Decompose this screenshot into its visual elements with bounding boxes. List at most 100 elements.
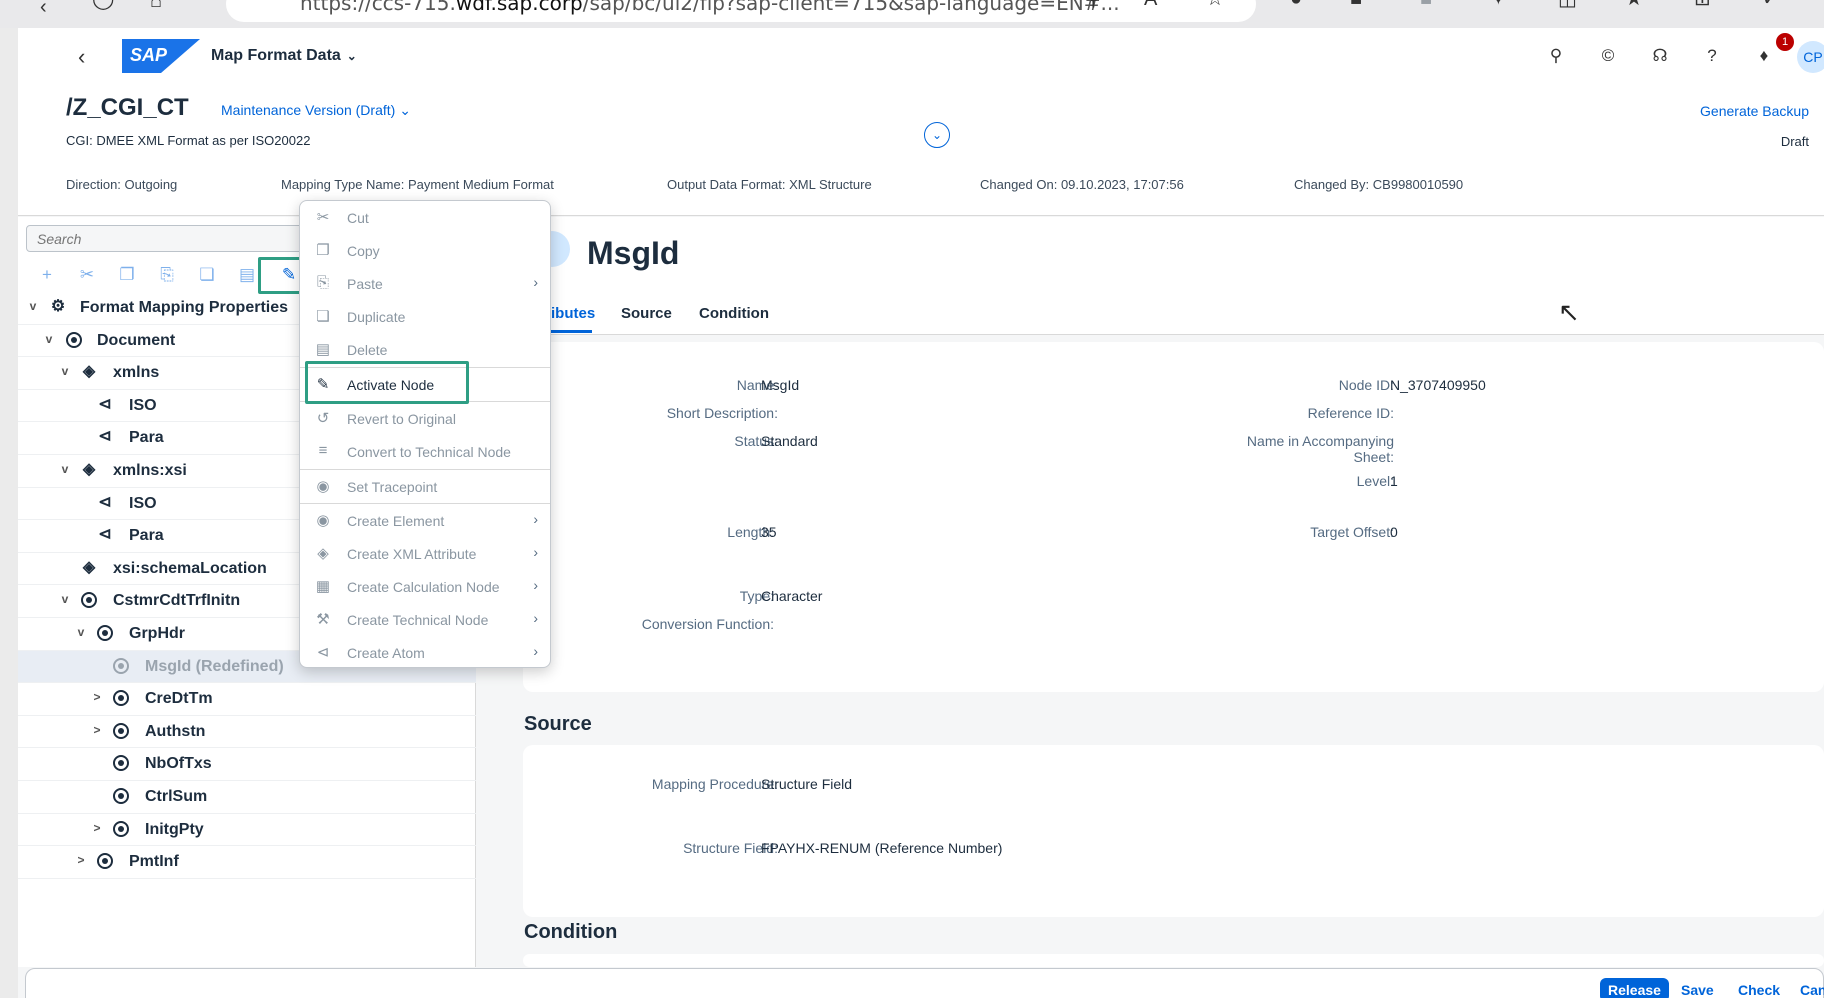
tag-icon: ◈ (82, 460, 96, 478)
header-attribute: Direction: Outgoing (66, 177, 178, 192)
favorite-star-icon[interactable]: ☆ (1206, 0, 1224, 9)
tree-node-label: NbOfTxs (145, 755, 212, 773)
chevron-right-icon[interactable]: > (90, 821, 104, 835)
release-button[interactable]: Release (1600, 978, 1669, 998)
menu-item-convert-technical[interactable]: ≡ Convert to Technical Node (300, 435, 550, 468)
field-label: Conversion Function: (641, 616, 774, 632)
generate-backup-link[interactable]: Generate Backup (1700, 103, 1809, 119)
search-icon[interactable]: ⚲ (1545, 46, 1567, 66)
tree-node-label: CtrlSum (145, 787, 208, 805)
mouse-cursor-icon: ↖ (1558, 297, 1580, 327)
chevron-down-icon[interactable]: v (74, 625, 88, 639)
menu-item-duplicate[interactable]: ❏ Duplicate (300, 300, 550, 333)
paste-icon[interactable]: ⎘ (154, 263, 180, 287)
chevron-down-icon[interactable]: v (42, 332, 56, 346)
atom-icon: ⊲ (98, 395, 112, 413)
tab-attributes[interactable]: ibutes (551, 305, 595, 322)
field-label: Node ID: (1338, 377, 1394, 393)
extension-icon[interactable]: ■ (1420, 0, 1432, 9)
field-label: Mapping Procedure: (651, 776, 778, 792)
menu-item-create-atom[interactable]: ⊲ Create Atom › (300, 636, 550, 669)
calculator-icon: ▦ (315, 578, 331, 595)
field-label: Sheet: (1353, 449, 1394, 465)
field-value: 0 (1390, 524, 1398, 540)
sap-logo[interactable]: SAP (122, 39, 200, 73)
menu-item-create-element[interactable]: ◉ Create Element › (300, 504, 550, 537)
tab-condition[interactable]: Condition (699, 305, 769, 322)
source-card: Mapping Procedure: Structure Field Struc… (523, 745, 1824, 917)
tree-node-label: ISO (129, 396, 157, 414)
joule-icon[interactable]: © (1597, 46, 1619, 66)
tree-row[interactable]: > Authstn (18, 716, 476, 749)
zoom-icon[interactable]: ⚲ (1086, 0, 1101, 9)
detail-header: MsgId ibutes Source Condition (477, 217, 1824, 335)
element-icon (65, 331, 83, 349)
copilot-icon[interactable]: ✓ (1762, 0, 1779, 9)
tree-row[interactable]: > PmtInf (18, 846, 476, 879)
user-avatar[interactable]: CP (1797, 41, 1824, 73)
version-selector[interactable]: Maintenance Version (Draft) ⌄ (221, 102, 411, 119)
menu-item-create-technical[interactable]: ⚒ Create Technical Node › (300, 603, 550, 636)
chevron-down-icon[interactable]: v (58, 364, 72, 378)
duplicate-icon[interactable]: ❏ (194, 263, 220, 287)
favorites-icon[interactable]: ★ (1625, 0, 1643, 9)
menu-item-tracepoint[interactable]: ◉ Set Tracepoint (300, 470, 550, 503)
chevron-right-icon: › (533, 577, 538, 593)
back-icon[interactable]: ‹ (78, 44, 85, 70)
chevron-down-icon[interactable]: v (58, 462, 72, 476)
address-url[interactable]: https://ccs-715.wdf.sap.corp/sap/bc/ui2/… (300, 0, 1120, 15)
chevron-right-icon[interactable]: > (90, 723, 104, 737)
field-value: Structure Field (761, 776, 853, 792)
home-icon[interactable]: ⌂ (150, 0, 162, 11)
chevron-right-icon[interactable]: > (90, 690, 104, 704)
element-icon (112, 754, 130, 772)
add-icon[interactable]: + (34, 263, 60, 287)
header-attribute: Changed On: 09.10.2023, 17:07:56 (980, 177, 1184, 192)
menu-item-revert[interactable]: ↺ Revert to Original (300, 402, 550, 435)
header-attribute: Changed By: CB9980010590 (1294, 177, 1464, 192)
extension-icon[interactable]: ■ (1350, 0, 1362, 9)
tree-row[interactable]: CtrlSum (18, 781, 476, 814)
chevron-right-icon[interactable]: > (74, 853, 88, 867)
menu-item-create-calculation[interactable]: ▦ Create Calculation Node › (300, 570, 550, 603)
menu-item-paste[interactable]: ⎘ Paste › (300, 267, 550, 300)
condition-card (523, 954, 1824, 967)
feedback-icon[interactable]: ☊ (1649, 46, 1671, 66)
scissors-icon[interactable]: ✂ (74, 263, 100, 287)
help-icon[interactable]: ? (1701, 46, 1723, 66)
trash-icon[interactable]: ▤ (234, 263, 260, 287)
menu-item-copy[interactable]: ❐ Copy (300, 234, 550, 267)
reader-icon[interactable]: A (1144, 0, 1157, 9)
header-attribute: Mapping Type Name: Payment Medium Format (281, 177, 554, 192)
menu-item-create-xml-attribute[interactable]: ◈ Create XML Attribute › (300, 537, 550, 570)
notification-bell-icon[interactable]: ♦ (1753, 46, 1775, 66)
header-attribute: Output Data Format: XML Structure (667, 177, 872, 192)
app-title-menu[interactable]: Map Format Data ⌄ (211, 47, 357, 65)
refresh-icon[interactable]: ◯ (92, 0, 114, 9)
element-icon (96, 624, 114, 642)
tree-row[interactable]: > InitgPty (18, 814, 476, 847)
menu-item-cut[interactable]: ✂ Cut (300, 201, 550, 234)
check-button[interactable]: Check (1738, 982, 1780, 998)
extension-icon[interactable]: ● (1290, 0, 1302, 9)
extensions-puzzle-icon[interactable]: ✦ (1490, 0, 1507, 9)
tag-icon: ◈ (82, 363, 96, 381)
split-screen-icon[interactable]: ◫ (1558, 0, 1577, 9)
tree-row[interactable]: NbOfTxs (18, 748, 476, 781)
chevron-down-icon[interactable]: v (26, 299, 40, 313)
chevron-right-icon: › (533, 511, 538, 527)
cancel-button[interactable]: Can (1800, 982, 1824, 998)
save-button[interactable]: Save (1681, 982, 1714, 998)
tree-node-label: InitgPty (145, 820, 204, 838)
field-value: Character (761, 588, 823, 604)
collections-icon[interactable]: ⊞ (1694, 0, 1711, 9)
tree-node-label: MsgId (Redefined) (145, 657, 284, 675)
tree-row[interactable]: > CreDtTm (18, 683, 476, 716)
chevron-down-icon[interactable]: v (58, 592, 72, 606)
back-arrow-icon[interactable]: ‹ (40, 0, 47, 17)
tag-icon: ◈ (82, 558, 96, 576)
atom-icon: ⊲ (98, 493, 112, 511)
tab-source[interactable]: Source (621, 305, 672, 322)
collapse-header-button[interactable]: ⌄ (924, 122, 950, 148)
copy-icon[interactable]: ❐ (114, 263, 140, 287)
